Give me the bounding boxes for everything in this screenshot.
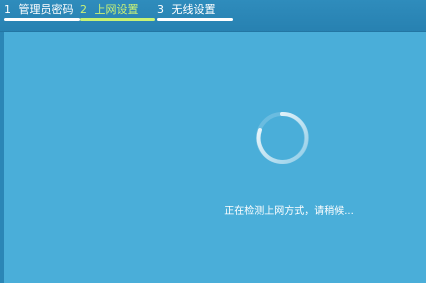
step-underline-active bbox=[80, 18, 155, 21]
step-label: 管理员密码 bbox=[18, 3, 74, 16]
step-number: 2 bbox=[80, 3, 87, 16]
step-admin-password: 1 管理员密码 bbox=[4, 3, 80, 21]
step-number: 1 bbox=[4, 3, 11, 16]
main-content-panel bbox=[0, 32, 426, 283]
step-number: 3 bbox=[157, 3, 164, 16]
step-label: 上网设置 bbox=[94, 3, 139, 16]
step-underline bbox=[4, 18, 80, 21]
loading-spinner-icon bbox=[256, 111, 309, 164]
step-wireless-settings: 3 无线设置 bbox=[157, 3, 233, 21]
detection-status-text: 正在检测上网方式，请稍候... bbox=[224, 206, 354, 217]
step-label: 无线设置 bbox=[171, 3, 216, 16]
panel-left-border bbox=[0, 32, 4, 283]
step-internet-settings: 2 上网设置 bbox=[80, 3, 155, 21]
step-underline bbox=[157, 18, 233, 21]
detection-status: 正在检测上网方式，请稍候... bbox=[0, 202, 426, 217]
setup-wizard-steps: 1 管理员密码 2 上网设置 3 无线设置 bbox=[0, 0, 426, 32]
